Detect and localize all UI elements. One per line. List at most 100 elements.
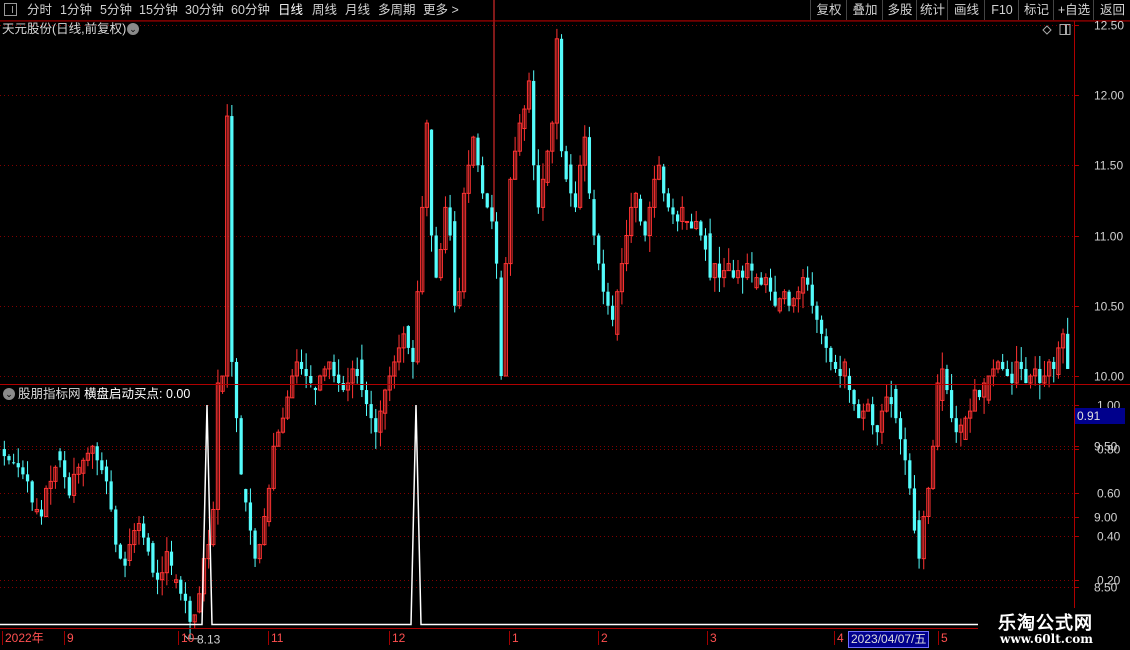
indicator-line-value: 0.00 [165,387,191,401]
candle-body [16,463,20,468]
candle-body [1010,373,1014,384]
time-label: 11 [268,631,283,645]
candle-body [1005,368,1009,376]
candle-body [833,361,838,369]
candle-body [829,347,833,362]
chart-area[interactable]: 12.768.13 12.5012.0011.5011.0010.5010.00… [0,0,1130,650]
time-label: 9 [64,631,74,645]
candle-body [945,368,949,391]
candle-body [684,220,690,223]
candle-body [573,193,578,208]
candle-body [118,544,123,559]
candle-body [239,418,243,475]
time-label: 3 [707,631,717,645]
watermark-url: www.60lt.com [1000,632,1093,646]
candle-body [114,509,118,545]
indicator-dropdown-icon[interactable]: ⌄ [3,388,15,400]
price-tick-label: 10.50 [1094,300,1124,314]
price-tick-label: 9.00 [1094,511,1118,525]
candle-body [815,305,819,320]
candle-body [453,221,457,306]
candle-body [364,390,369,405]
price-tick-label: 11.00 [1094,230,1123,244]
candle-body [253,530,257,559]
candle-body [597,235,601,264]
candle-body [309,376,313,384]
candle-body [662,166,666,194]
indicator-tick-label: 0.20 [1097,574,1121,588]
time-label: 4 [834,631,844,645]
candle-body [183,593,188,601]
price-tick-label: 12.50 [1094,19,1124,33]
candle-body [30,481,34,503]
candle-body [7,456,11,461]
candle-body [476,137,480,166]
candle-body [63,460,67,478]
candle-body [155,572,160,580]
candle-body [810,284,814,306]
candle-body [731,270,735,278]
candle-body [824,336,828,348]
candle-body [676,214,680,222]
candle-body [908,460,912,489]
title-dropdown-icon[interactable]: ⌄ [127,23,139,35]
indicator-tick-label: 0.60 [1097,487,1121,501]
candle-body [179,579,183,594]
candle-body [39,509,44,517]
indicator-tick-label: 0.40 [1097,530,1121,544]
candle-body [857,404,861,419]
candle-body [299,361,304,369]
candle-body [587,137,592,194]
candle-body [248,502,253,531]
candle-body [25,474,30,482]
candle-body [234,361,239,419]
candle-body [564,151,568,180]
candle-body [917,520,921,559]
price-tick-label: 11.50 [1094,159,1123,173]
candle-body [480,165,485,194]
time-label: 1 [509,631,519,645]
time-axis: 2022年 9 10 11 12 1 2 3 4 5 [0,628,1130,650]
candle-body [169,551,174,566]
candle-body [536,165,540,208]
candle-body [871,404,875,426]
indicator-tick-label: 0.80 [1097,443,1121,457]
candle-body [21,467,25,475]
candle-body [610,305,615,320]
time-label: 12 [389,631,405,645]
candle-body [11,462,16,464]
indicator-title: 股朋指标网 横盘启动买点: 0.00 [18,386,190,402]
candle-body [703,235,708,250]
diamond-icon [1042,25,1052,35]
candle-body [490,207,494,222]
candle-body [429,129,434,236]
candle-body [332,361,336,376]
candle-body [954,418,958,433]
candle-body [406,326,410,348]
candle-body [1024,368,1028,384]
indicator-name: 股朋指标网 [18,387,81,401]
date-cursor-label: 2023/04/07/五 [848,631,930,648]
candle-body [146,537,150,552]
candle-body [741,270,745,278]
candle-body [374,418,378,433]
candle-body [592,199,596,236]
candle-body [750,263,754,271]
candle-body [875,425,879,433]
candle-body [1019,361,1023,369]
candle-body [434,235,438,278]
candle-body [1066,333,1070,369]
candle-body [499,277,503,376]
candle-body [485,193,489,208]
candle-body [304,368,308,376]
candle-body [708,233,712,278]
candle-body [360,359,364,391]
candle-body [889,397,893,405]
candle-body [448,207,452,236]
candle-body [606,291,610,306]
candle-body [230,116,234,362]
candle-body [2,449,6,457]
candle-body [894,388,898,419]
time-label: 2022年 [2,631,44,645]
candle-body [759,277,763,285]
